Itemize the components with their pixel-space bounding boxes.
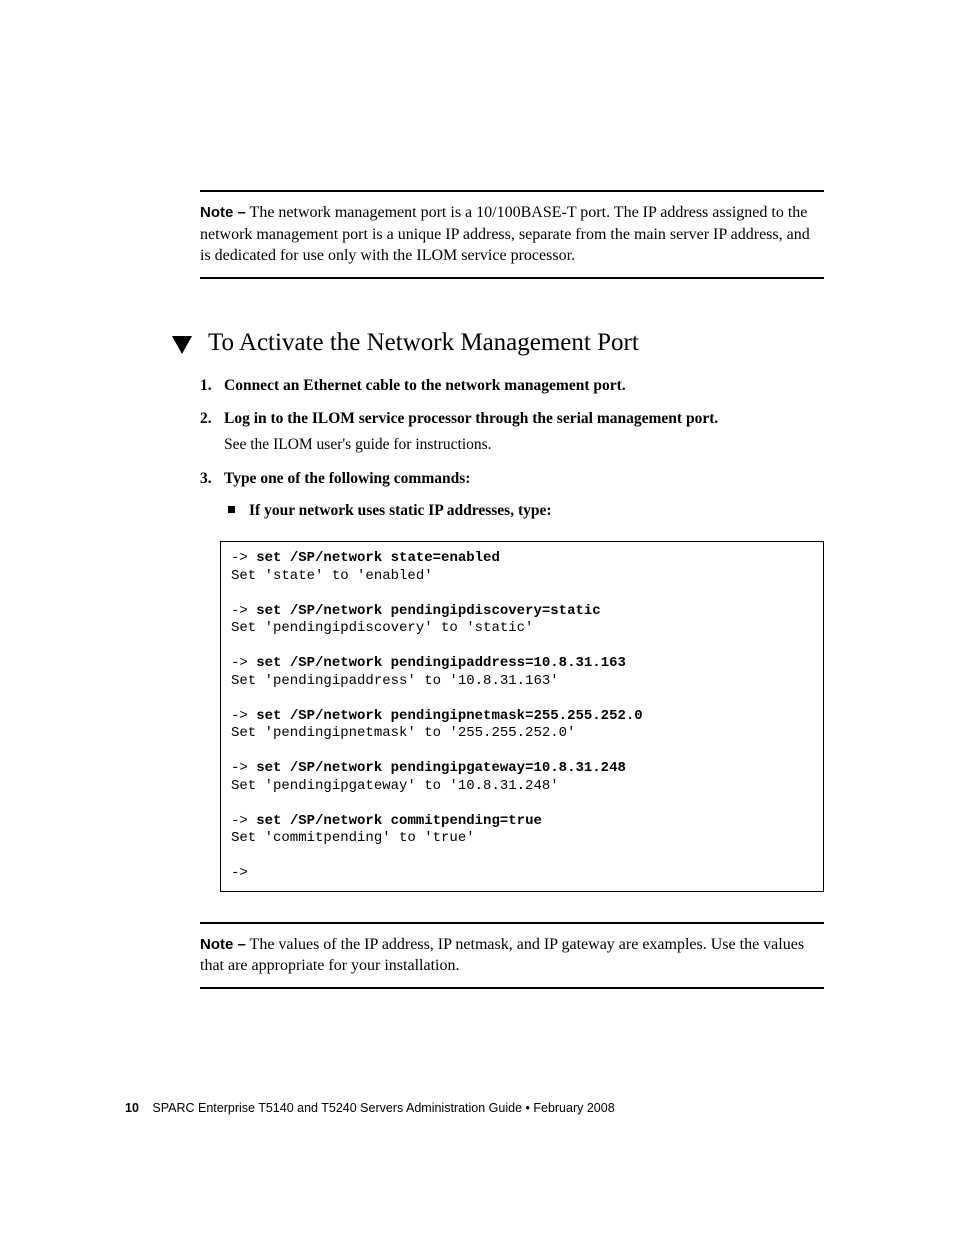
code-output: Set 'pendingipgateway' to '10.8.31.248'	[231, 778, 559, 794]
code-prompt: ->	[231, 865, 248, 881]
code-prompt: ->	[231, 813, 256, 829]
code-prompt: ->	[231, 708, 256, 724]
code-command: set /SP/network pendingipaddress=10.8.31…	[256, 655, 626, 671]
code-prompt: ->	[231, 655, 256, 671]
section-heading: To Activate the Network Management Port	[208, 329, 639, 357]
steps-list: Connect an Ethernet cable to the network…	[200, 375, 824, 521]
code-prompt: ->	[231, 760, 256, 776]
code-prompt: ->	[231, 603, 256, 619]
code-command: set /SP/network pendingipgateway=10.8.31…	[256, 760, 626, 776]
bullet-text: If your network uses static IP addresses…	[249, 500, 552, 522]
code-block: -> set /SP/network state=enabled Set 'st…	[220, 541, 824, 892]
step-3: Type one of the following commands: If y…	[200, 468, 824, 521]
note-text: The values of the IP address, IP netmask…	[200, 936, 804, 975]
code-output: Set 'pendingipaddress' to '10.8.31.163'	[231, 673, 559, 689]
code-output: Set 'pendingipdiscovery' to 'static'	[231, 620, 533, 636]
note-block-bottom: Note – The values of the IP address, IP …	[200, 922, 824, 989]
page-number: 10	[125, 1101, 139, 1115]
square-bullet-icon	[228, 506, 235, 513]
note-label: Note –	[200, 204, 246, 221]
step-title: Log in to the ILOM service processor thr…	[224, 410, 718, 427]
triangle-down-icon	[172, 336, 192, 354]
code-output: Set 'pendingipnetmask' to '255.255.252.0…	[231, 725, 575, 741]
code-command: set /SP/network state=enabled	[256, 550, 500, 566]
bullet-item: If your network uses static IP addresses…	[224, 500, 824, 522]
step-1: Connect an Ethernet cable to the network…	[200, 375, 824, 397]
step-title: Type one of the following commands:	[224, 470, 470, 487]
section-heading-row: To Activate the Network Management Port	[172, 329, 824, 357]
code-command: set /SP/network pendingipdiscovery=stati…	[256, 603, 600, 619]
footer-title: SPARC Enterprise T5140 and T5240 Servers…	[152, 1101, 614, 1115]
step-body: See the ILOM user's guide for instructio…	[224, 434, 824, 456]
note-label: Note –	[200, 936, 246, 953]
code-command: set /SP/network commitpending=true	[256, 813, 542, 829]
step-2: Log in to the ILOM service processor thr…	[200, 408, 824, 455]
code-output: Set 'state' to 'enabled'	[231, 568, 433, 584]
note-text: The network management port is a 10/100B…	[200, 204, 810, 264]
note-block-top: Note – The network management port is a …	[200, 190, 824, 279]
page-footer: 10 SPARC Enterprise T5140 and T5240 Serv…	[125, 1101, 615, 1115]
step-title: Connect an Ethernet cable to the network…	[224, 377, 626, 394]
code-output: Set 'commitpending' to 'true'	[231, 830, 475, 846]
code-command: set /SP/network pendingipnetmask=255.255…	[256, 708, 642, 724]
code-prompt: ->	[231, 550, 256, 566]
